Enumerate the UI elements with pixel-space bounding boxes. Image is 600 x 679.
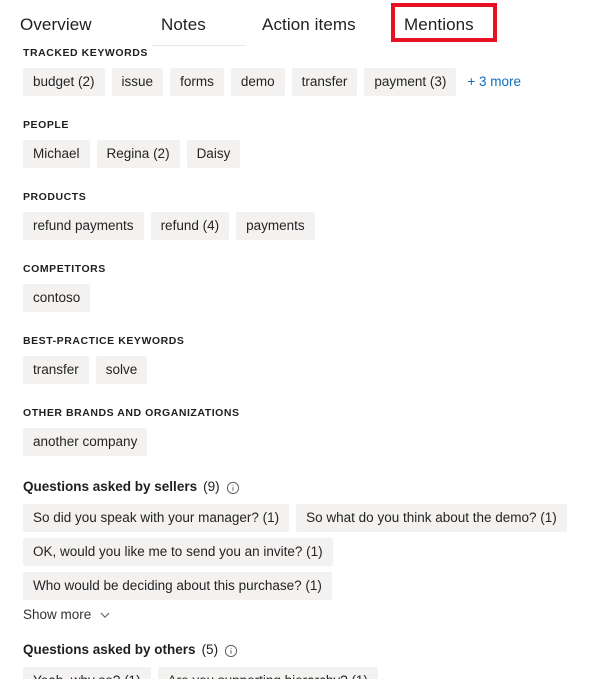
section-competitors: COMPETITORS contoso	[0, 262, 600, 312]
chip-item[interactable]: Yeah, why so? (1)	[23, 667, 151, 679]
section-title: BEST-PRACTICE KEYWORDS	[23, 335, 185, 347]
chip-item[interactable]: Are you supporting hierarchy? (1)	[157, 667, 378, 679]
chip-item[interactable]: Michael	[23, 140, 90, 168]
chip-item[interactable]: forms	[170, 68, 224, 96]
section-questions-sellers: Questions asked by sellers (9) So did yo…	[0, 478, 600, 624]
tab-notes[interactable]: Notes	[159, 10, 208, 40]
chip-item[interactable]: contoso	[23, 284, 91, 312]
chip-item[interactable]: solve	[95, 356, 148, 384]
chip-item[interactable]: payments	[236, 212, 315, 240]
chip-item[interactable]: refund payments	[23, 212, 144, 240]
tab-overview[interactable]: Overview	[18, 10, 94, 40]
chevron-down-icon	[99, 609, 111, 621]
show-more-sellers-button[interactable]: Show more	[18, 600, 111, 624]
tab-mentions[interactable]: Mentions	[402, 10, 476, 40]
section-title: COMPETITORS	[23, 263, 106, 275]
mentions-panel: Overview Notes Action items Mentions TRA…	[0, 0, 600, 679]
questions-sellers-count: (9)	[203, 479, 220, 494]
chip-group-products: refund payments refund (4) payments	[18, 204, 582, 240]
section-products: PRODUCTS refund payments refund (4) paym…	[0, 190, 600, 240]
show-more-label: Show more	[23, 607, 92, 622]
chip-item[interactable]: another company	[23, 428, 148, 456]
questions-sellers-label: Questions asked by sellers	[23, 479, 198, 494]
section-title: PRODUCTS	[23, 191, 87, 203]
chip-item[interactable]: payment (3)	[364, 68, 457, 96]
chip-group-competitors: contoso	[18, 276, 582, 312]
tab-action-items[interactable]: Action items	[260, 10, 358, 40]
section-other-brands: OTHER BRANDS AND ORGANIZATIONS another c…	[0, 406, 600, 456]
chip-item[interactable]: transfer	[23, 356, 89, 384]
chip-item[interactable]: Regina (2)	[96, 140, 180, 168]
questions-sellers-header: Questions asked by sellers (9)	[18, 478, 582, 496]
section-people: PEOPLE Michael Regina (2) Daisy	[0, 118, 600, 168]
section-title: PEOPLE	[23, 119, 69, 131]
mentions-content: TRACKED KEYWORDS budget (2) issue forms …	[0, 46, 600, 679]
chip-item[interactable]: demo	[230, 68, 285, 96]
chip-item[interactable]: Daisy	[186, 140, 241, 168]
chip-group-questions-sellers: So did you speak with your manager? (1) …	[18, 496, 582, 600]
section-tracked-keywords: TRACKED KEYWORDS budget (2) issue forms …	[0, 46, 600, 96]
chip-item[interactable]: budget (2)	[23, 68, 105, 96]
chip-group-best-practice-keywords: transfer solve	[18, 348, 582, 384]
chip-item[interactable]: refund (4)	[150, 212, 230, 240]
show-more-keywords-link[interactable]: + 3 more	[463, 68, 525, 96]
questions-others-header: Questions asked by others (5)	[18, 641, 582, 659]
chip-item[interactable]: OK, would you like me to send you an inv…	[23, 538, 333, 566]
questions-others-count: (5)	[201, 642, 219, 657]
chip-item[interactable]: transfer	[291, 68, 358, 96]
chip-item[interactable]: issue	[111, 68, 164, 96]
chip-group-other-brands: another company	[18, 420, 582, 456]
chip-item[interactable]: So did you speak with your manager? (1)	[23, 504, 290, 532]
section-questions-others: Questions asked by others (5) Yeah, why …	[0, 641, 600, 679]
section-title: TRACKED KEYWORDS	[23, 47, 148, 59]
chip-item[interactable]: Who would be deciding about this purchas…	[23, 572, 332, 600]
section-title: OTHER BRANDS AND ORGANIZATIONS	[23, 407, 240, 419]
chip-group-tracked-keywords: budget (2) issue forms demo transfer pay…	[18, 60, 582, 96]
info-circle-icon[interactable]	[224, 644, 238, 658]
section-best-practice-keywords: BEST-PRACTICE KEYWORDS transfer solve	[0, 334, 600, 384]
tab-strip: Overview Notes Action items Mentions	[0, 0, 600, 46]
chip-group-questions-others: Yeah, why so? (1) Are you supporting hie…	[18, 659, 582, 679]
info-circle-icon[interactable]	[226, 481, 240, 495]
chip-item[interactable]: So what do you think about the demo? (1)	[296, 504, 567, 532]
chip-group-people: Michael Regina (2) Daisy	[18, 132, 582, 168]
questions-others-label: Questions asked by others	[23, 642, 196, 657]
